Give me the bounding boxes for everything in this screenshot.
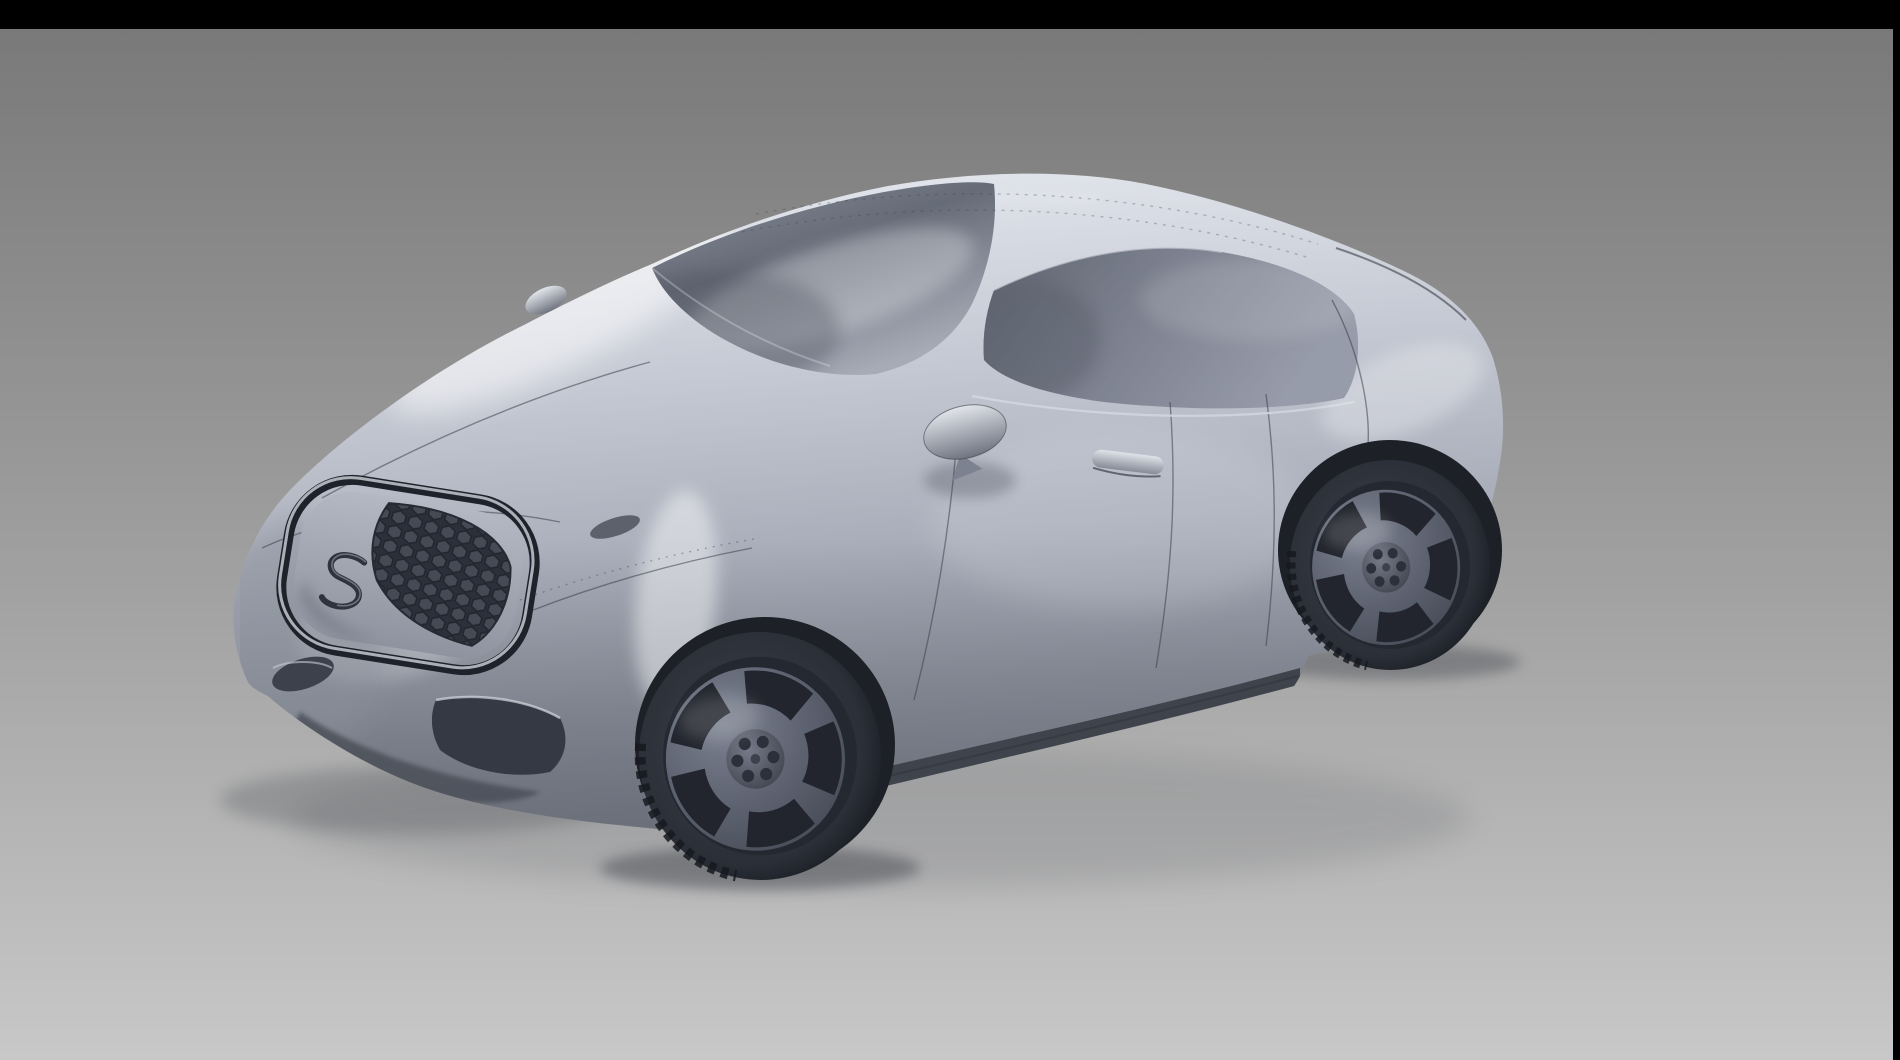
screenshot-root: { "window": { "top_letterbox": { "color"… bbox=[0, 0, 1900, 1060]
letterbox-top bbox=[0, 0, 1900, 29]
right-edge-bar bbox=[1893, 0, 1900, 1060]
car-model[interactable] bbox=[0, 0, 1900, 1060]
